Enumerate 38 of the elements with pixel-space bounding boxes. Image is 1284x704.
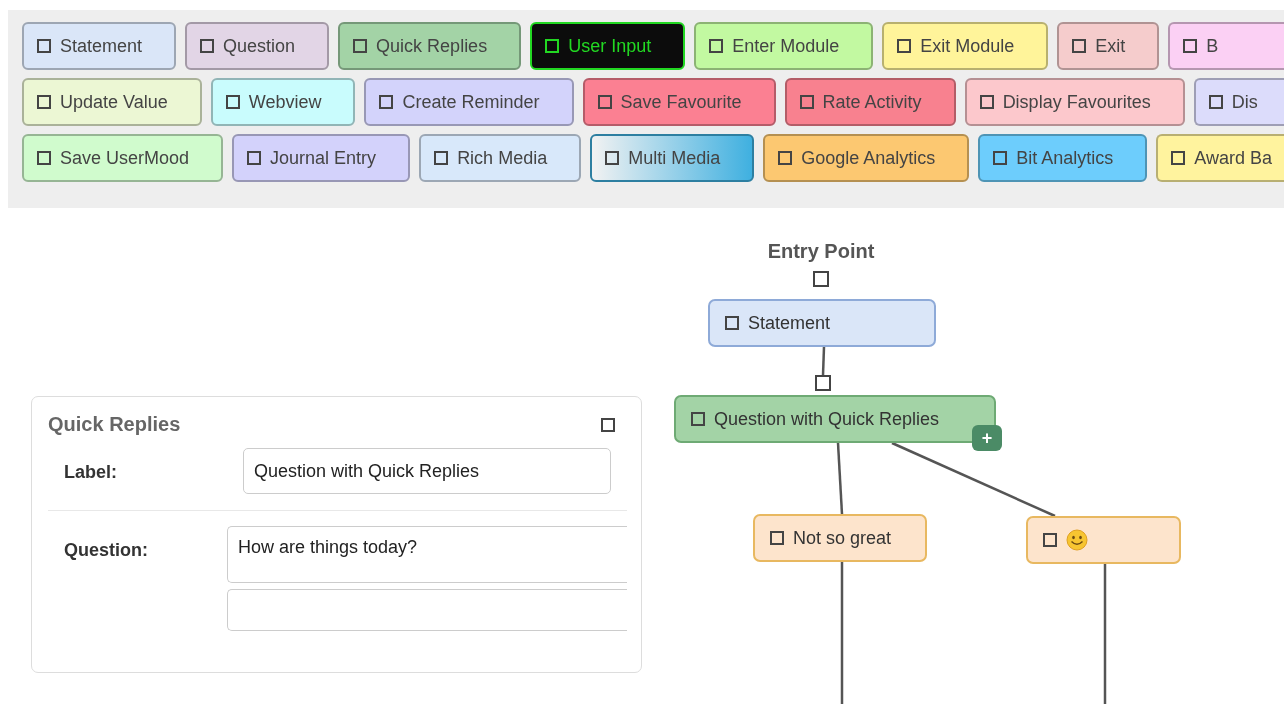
palette-block[interactable]: Display Favourites — [964, 78, 1185, 126]
square-icon[interactable] — [601, 417, 615, 432]
palette-block[interactable]: Enter Module — [694, 22, 874, 70]
palette-block[interactable]: Statement — [22, 22, 177, 70]
smiley-icon — [1066, 529, 1088, 551]
palette-block[interactable]: Google Analytics — [763, 134, 970, 182]
palette-block[interactable]: Journal Entry — [232, 134, 411, 182]
palette-block[interactable]: Exit Module — [882, 22, 1049, 70]
text-area[interactable]: How are things today? — [227, 526, 627, 583]
palette-block[interactable]: Quick Replies — [338, 22, 522, 70]
port-icon[interactable] — [815, 375, 831, 391]
palette-block[interactable]: Bit Analytics — [978, 134, 1148, 182]
field-label: Question: — [64, 539, 149, 562]
palette-block[interactable]: Award Ba — [1156, 134, 1284, 182]
text-field[interactable] — [227, 589, 627, 631]
palette-block[interactable]: User Input — [530, 22, 686, 70]
palette-block[interactable]: Update Value — [22, 78, 202, 126]
palette-block[interactable]: B — [1168, 22, 1284, 70]
panel-title: Quick Replies — [48, 413, 181, 436]
palette-block[interactable]: Rich Media — [419, 134, 582, 182]
palette-block[interactable]: Save UserMood — [22, 134, 224, 182]
palette-block[interactable]: Rate Activity — [784, 78, 956, 126]
palette-block[interactable]: Dis — [1193, 78, 1284, 126]
flow-node[interactable]: Statement — [708, 299, 936, 347]
palette-block[interactable]: Save Favourite — [582, 78, 776, 126]
flow-node[interactable]: Not so great — [753, 514, 927, 562]
palette-block[interactable]: Exit — [1057, 22, 1160, 70]
field-label: Label: — [64, 461, 118, 484]
port-icon[interactable] — [813, 271, 829, 287]
palette-block[interactable]: Multi Media — [590, 134, 755, 182]
palette-block[interactable]: Question — [185, 22, 330, 70]
flow-node[interactable] — [1026, 516, 1181, 564]
palette-block[interactable]: Create Reminder — [364, 78, 574, 126]
entry-point-label: Entry Point — [766, 240, 876, 263]
text-field[interactable]: Question with Quick Replies — [243, 448, 611, 494]
palette-block[interactable]: Webview — [210, 78, 356, 126]
add-button[interactable]: + — [972, 425, 1002, 451]
connector-line — [821, 346, 826, 376]
